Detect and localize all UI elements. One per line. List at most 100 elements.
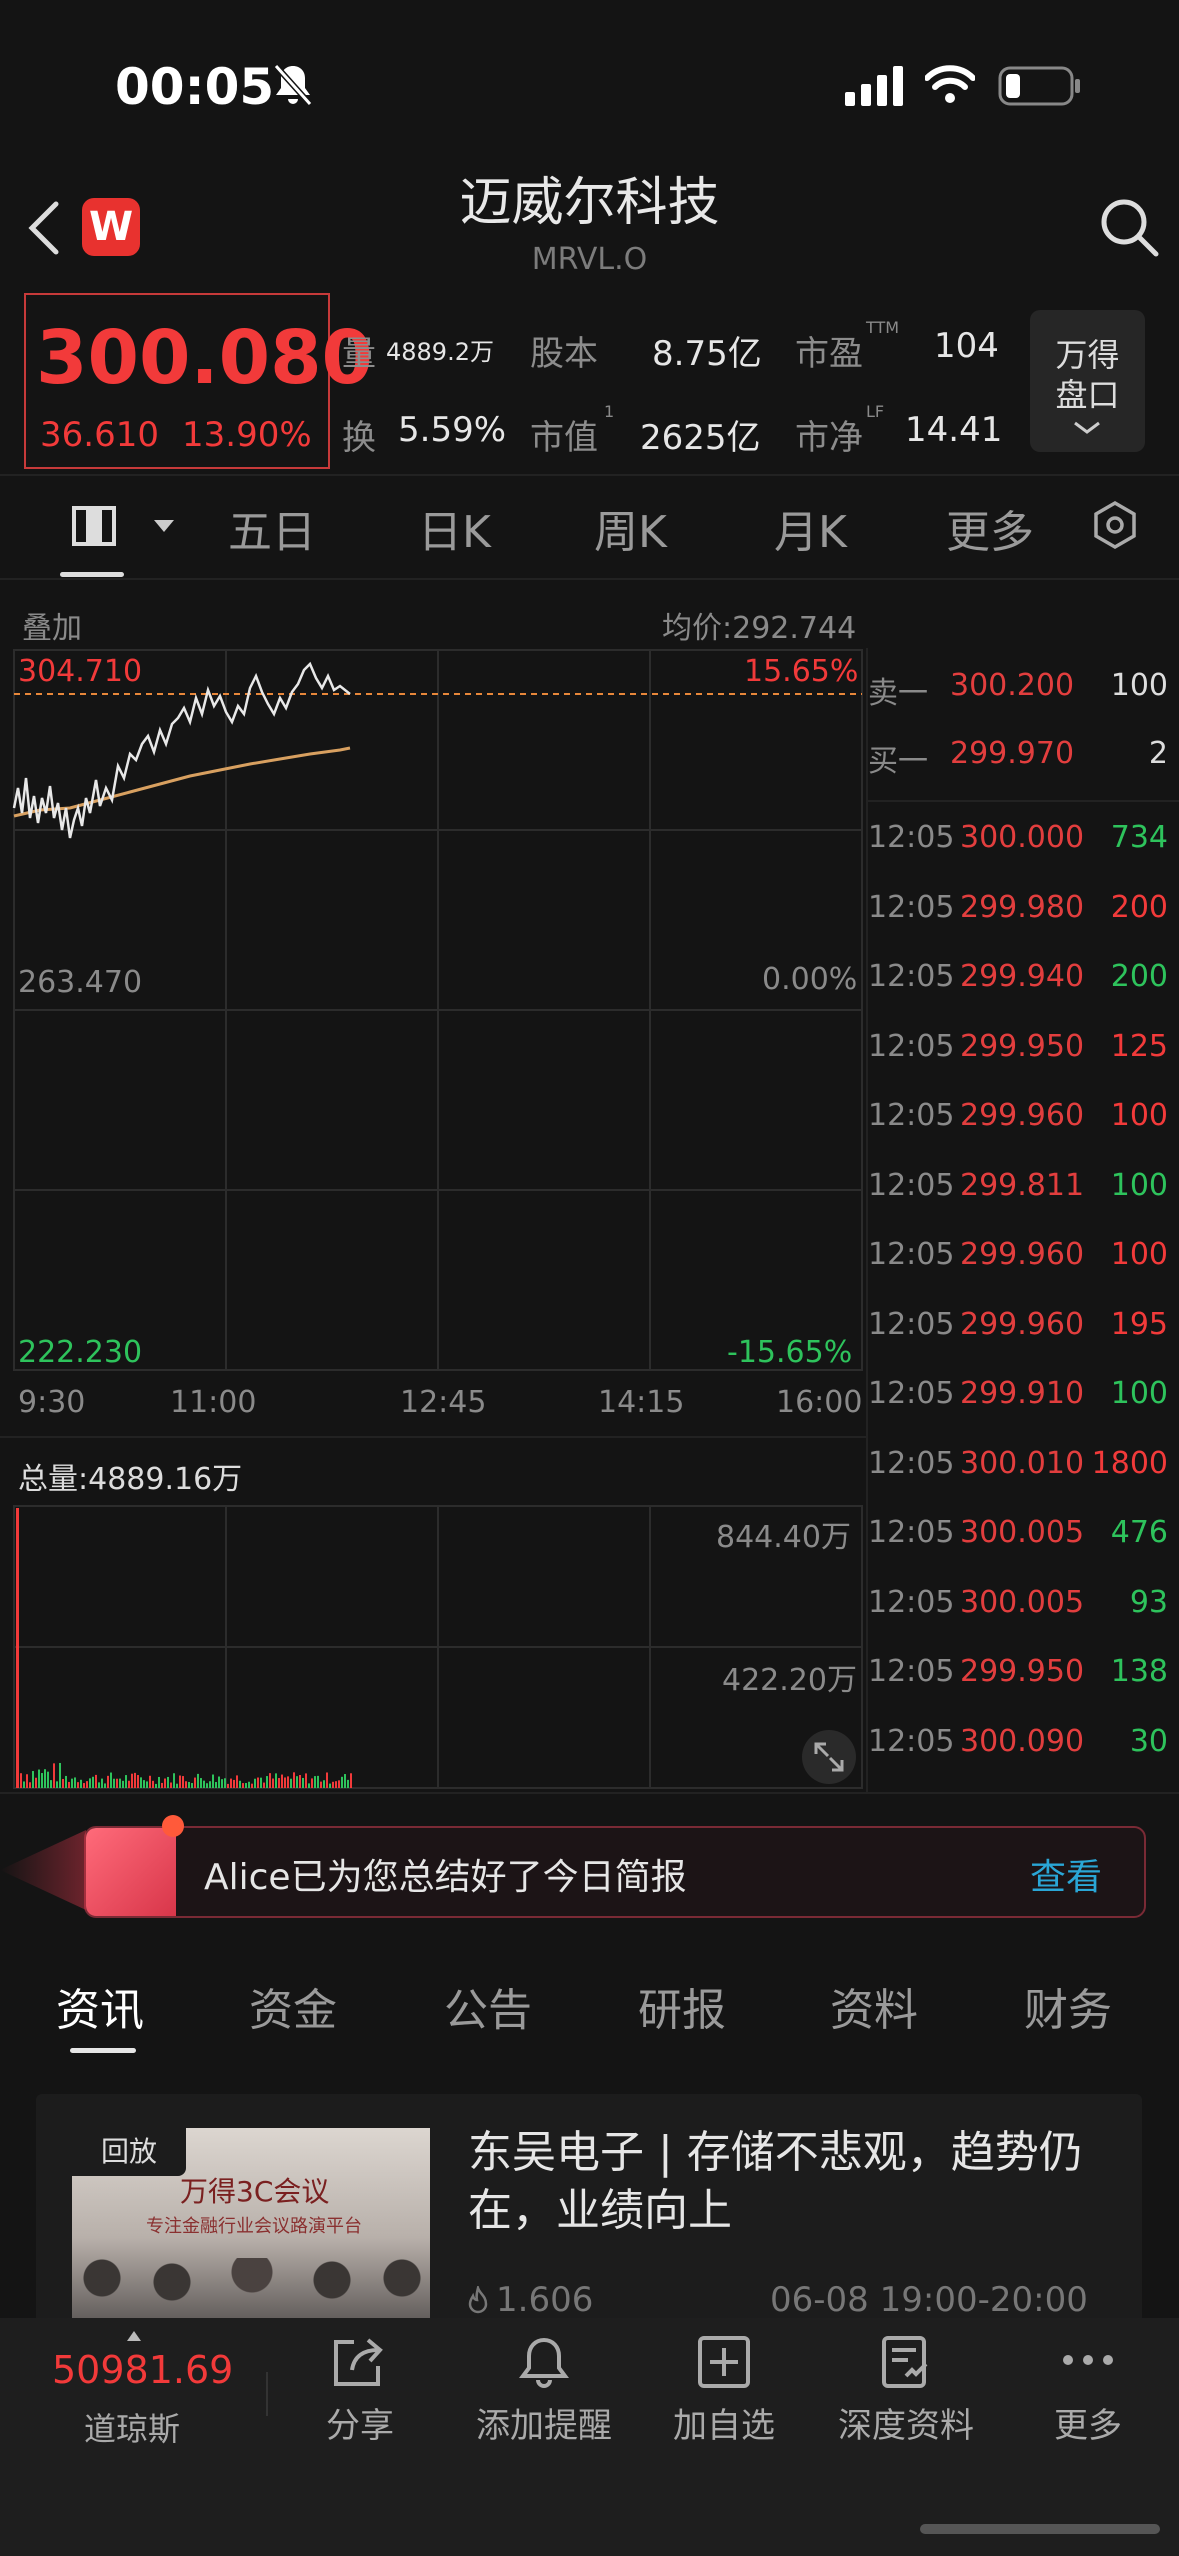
- volume-bar: [59, 1762, 61, 1788]
- trade-row: 12:05 299.910 100: [868, 1376, 1168, 1416]
- volume-axis-high: 844.40万: [716, 1520, 851, 1555]
- intraday-chart: [12, 649, 863, 1371]
- divider: [868, 800, 1179, 802]
- volume-bar: [176, 1783, 178, 1788]
- trade-time: 12:05: [868, 959, 955, 994]
- tab-news[interactable]: 资讯: [56, 1974, 144, 2038]
- volume-bar: [23, 1781, 25, 1788]
- view-briefing-button[interactable]: 查看: [1030, 1848, 1102, 1900]
- x-label-1415: 14:15: [598, 1385, 685, 1420]
- volume-bar: [89, 1778, 91, 1788]
- trade-volume: 93: [1129, 1584, 1168, 1620]
- trade-row: 12:05 300.000 734: [868, 820, 1168, 860]
- tab-more[interactable]: 更多: [946, 496, 1034, 560]
- trade-volume: 100: [1110, 1167, 1168, 1203]
- x-label-930: 9:30: [18, 1385, 86, 1420]
- trade-volume: 734: [1110, 820, 1168, 855]
- volume-bar: [296, 1776, 298, 1788]
- volume-bar: [308, 1783, 310, 1788]
- pb-label: 市净: [795, 418, 863, 458]
- deep-data-label: 深度资料: [838, 2406, 974, 2446]
- ai-briefing-banner[interactable]: Alice已为您总结好了今日简报 查看: [84, 1826, 1146, 1918]
- tab-announcements[interactable]: 公告: [444, 1974, 532, 2038]
- wind-panel-label-2: 盘口: [1055, 376, 1120, 414]
- trade-price: 299.950: [960, 1654, 1085, 1689]
- trade-volume: 100: [1110, 1237, 1168, 1272]
- replay-badge: 回放: [72, 2128, 186, 2176]
- trade-time: 12:05: [868, 889, 955, 925]
- volume-bar: [272, 1778, 274, 1788]
- banner-glow: [0, 1830, 86, 1910]
- volume-bar: [212, 1774, 214, 1788]
- volume-bar: [305, 1773, 307, 1788]
- volume-bar: [179, 1775, 181, 1788]
- tab-research[interactable]: 研报: [638, 1974, 726, 2038]
- volume-bar: [278, 1778, 280, 1788]
- volume-bar: [242, 1783, 244, 1788]
- bid-price: 299.970: [950, 736, 1075, 771]
- trade-row: 12:05 299.980 200: [868, 890, 1168, 930]
- volume-bar: [224, 1778, 226, 1788]
- volume-bar: [299, 1774, 301, 1788]
- pb-value: 14.41: [905, 410, 1003, 450]
- trade-volume: 100: [1110, 1098, 1168, 1133]
- volume-bar: [50, 1780, 52, 1788]
- expand-chart-button[interactable]: [802, 1730, 856, 1784]
- trade-price: 299.960: [960, 1306, 1085, 1342]
- signal-icon: [845, 66, 903, 106]
- volume-bar: [56, 1781, 58, 1788]
- trade-price: 299.910: [960, 1376, 1085, 1411]
- volume-bar: [329, 1783, 331, 1788]
- volume-value: 4889.2万: [386, 338, 494, 366]
- bid-volume: 2: [1148, 736, 1168, 771]
- y-axis-low: 222.230: [18, 1335, 143, 1370]
- trade-price: 300.010: [960, 1445, 1085, 1481]
- volume-bar: [284, 1777, 286, 1788]
- volume-bar: [350, 1773, 352, 1788]
- bid-row: 买一 299.970 2: [868, 736, 1168, 779]
- volume-bar: [194, 1777, 196, 1788]
- trade-price: 299.950: [960, 1028, 1085, 1064]
- index-name[interactable]: 道琼斯: [84, 2404, 180, 2450]
- volume-bar: [149, 1775, 151, 1788]
- trade-time: 12:05: [868, 1584, 955, 1620]
- chart-layout-icon[interactable]: [72, 506, 116, 546]
- trade-volume: 138: [1110, 1654, 1168, 1689]
- volume-bar: [185, 1781, 187, 1788]
- tab-funds[interactable]: 资金: [249, 1974, 337, 2038]
- status-time: 00:05: [115, 58, 275, 116]
- volume-axis-mid: 422.20万: [722, 1663, 857, 1698]
- tab-weekly-k[interactable]: 周K: [594, 496, 667, 560]
- volume-bars: [20, 1762, 352, 1788]
- index-value[interactable]: 50981.69: [52, 2348, 233, 2392]
- volume-bar: [332, 1781, 334, 1788]
- settings-hex-icon[interactable]: [1092, 500, 1138, 550]
- tab-daily-k[interactable]: 日K: [418, 496, 491, 560]
- tab-financials[interactable]: 财务: [1024, 1974, 1112, 2038]
- price-line: [12, 661, 351, 839]
- volume-bar: [287, 1776, 289, 1788]
- dropdown-triangle-icon[interactable]: [152, 518, 176, 534]
- trade-time: 12:05: [868, 1445, 955, 1481]
- volume-bar: [71, 1778, 73, 1788]
- trade-time: 12:05: [868, 1306, 955, 1342]
- volume-bar: [206, 1783, 208, 1788]
- news-card[interactable]: 万得3C会议 专注金融行业会议路演平台 回放 东吴电子 | 存储不悲观，趋势仍在…: [36, 2094, 1142, 2324]
- tab-profile[interactable]: 资料: [830, 1974, 918, 2038]
- tab-five-day[interactable]: 五日: [228, 496, 316, 560]
- search-icon[interactable]: [1098, 196, 1160, 258]
- pe-label: 市盈: [795, 334, 863, 374]
- last-price: 300.080: [36, 315, 374, 401]
- triangle-up-icon: [127, 2331, 141, 2341]
- tab-monthly-k[interactable]: 月K: [774, 496, 847, 560]
- overlay-button[interactable]: 叠加: [22, 603, 82, 647]
- volume-bar: [83, 1783, 85, 1788]
- trade-row: 12:05 299.940 200: [868, 959, 1168, 999]
- pct-axis-mid: 0.00%: [762, 962, 858, 997]
- trade-volume: 200: [1110, 959, 1168, 994]
- share-icon: [334, 2338, 383, 2386]
- wind-panel-button[interactable]: 万得 盘口: [1030, 310, 1145, 452]
- volume-bar: [293, 1772, 295, 1788]
- volume-bar: [161, 1782, 163, 1788]
- chevron-down-icon: [1074, 421, 1100, 434]
